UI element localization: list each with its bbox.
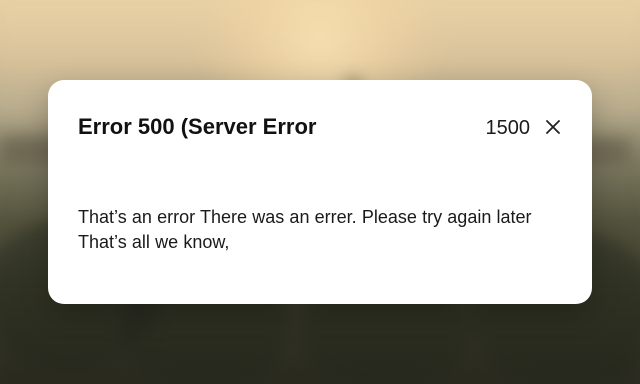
- close-icon: [546, 120, 560, 134]
- dialog-title: Error 500 (Server Error: [78, 114, 317, 139]
- error-code: 1500: [485, 117, 531, 139]
- dialog-message: That’s an error There was an errer. Plea…: [78, 207, 532, 252]
- error-dialog: Error 500 (Server Error 1500 That’s an e…: [48, 80, 592, 304]
- close-button[interactable]: [541, 115, 565, 139]
